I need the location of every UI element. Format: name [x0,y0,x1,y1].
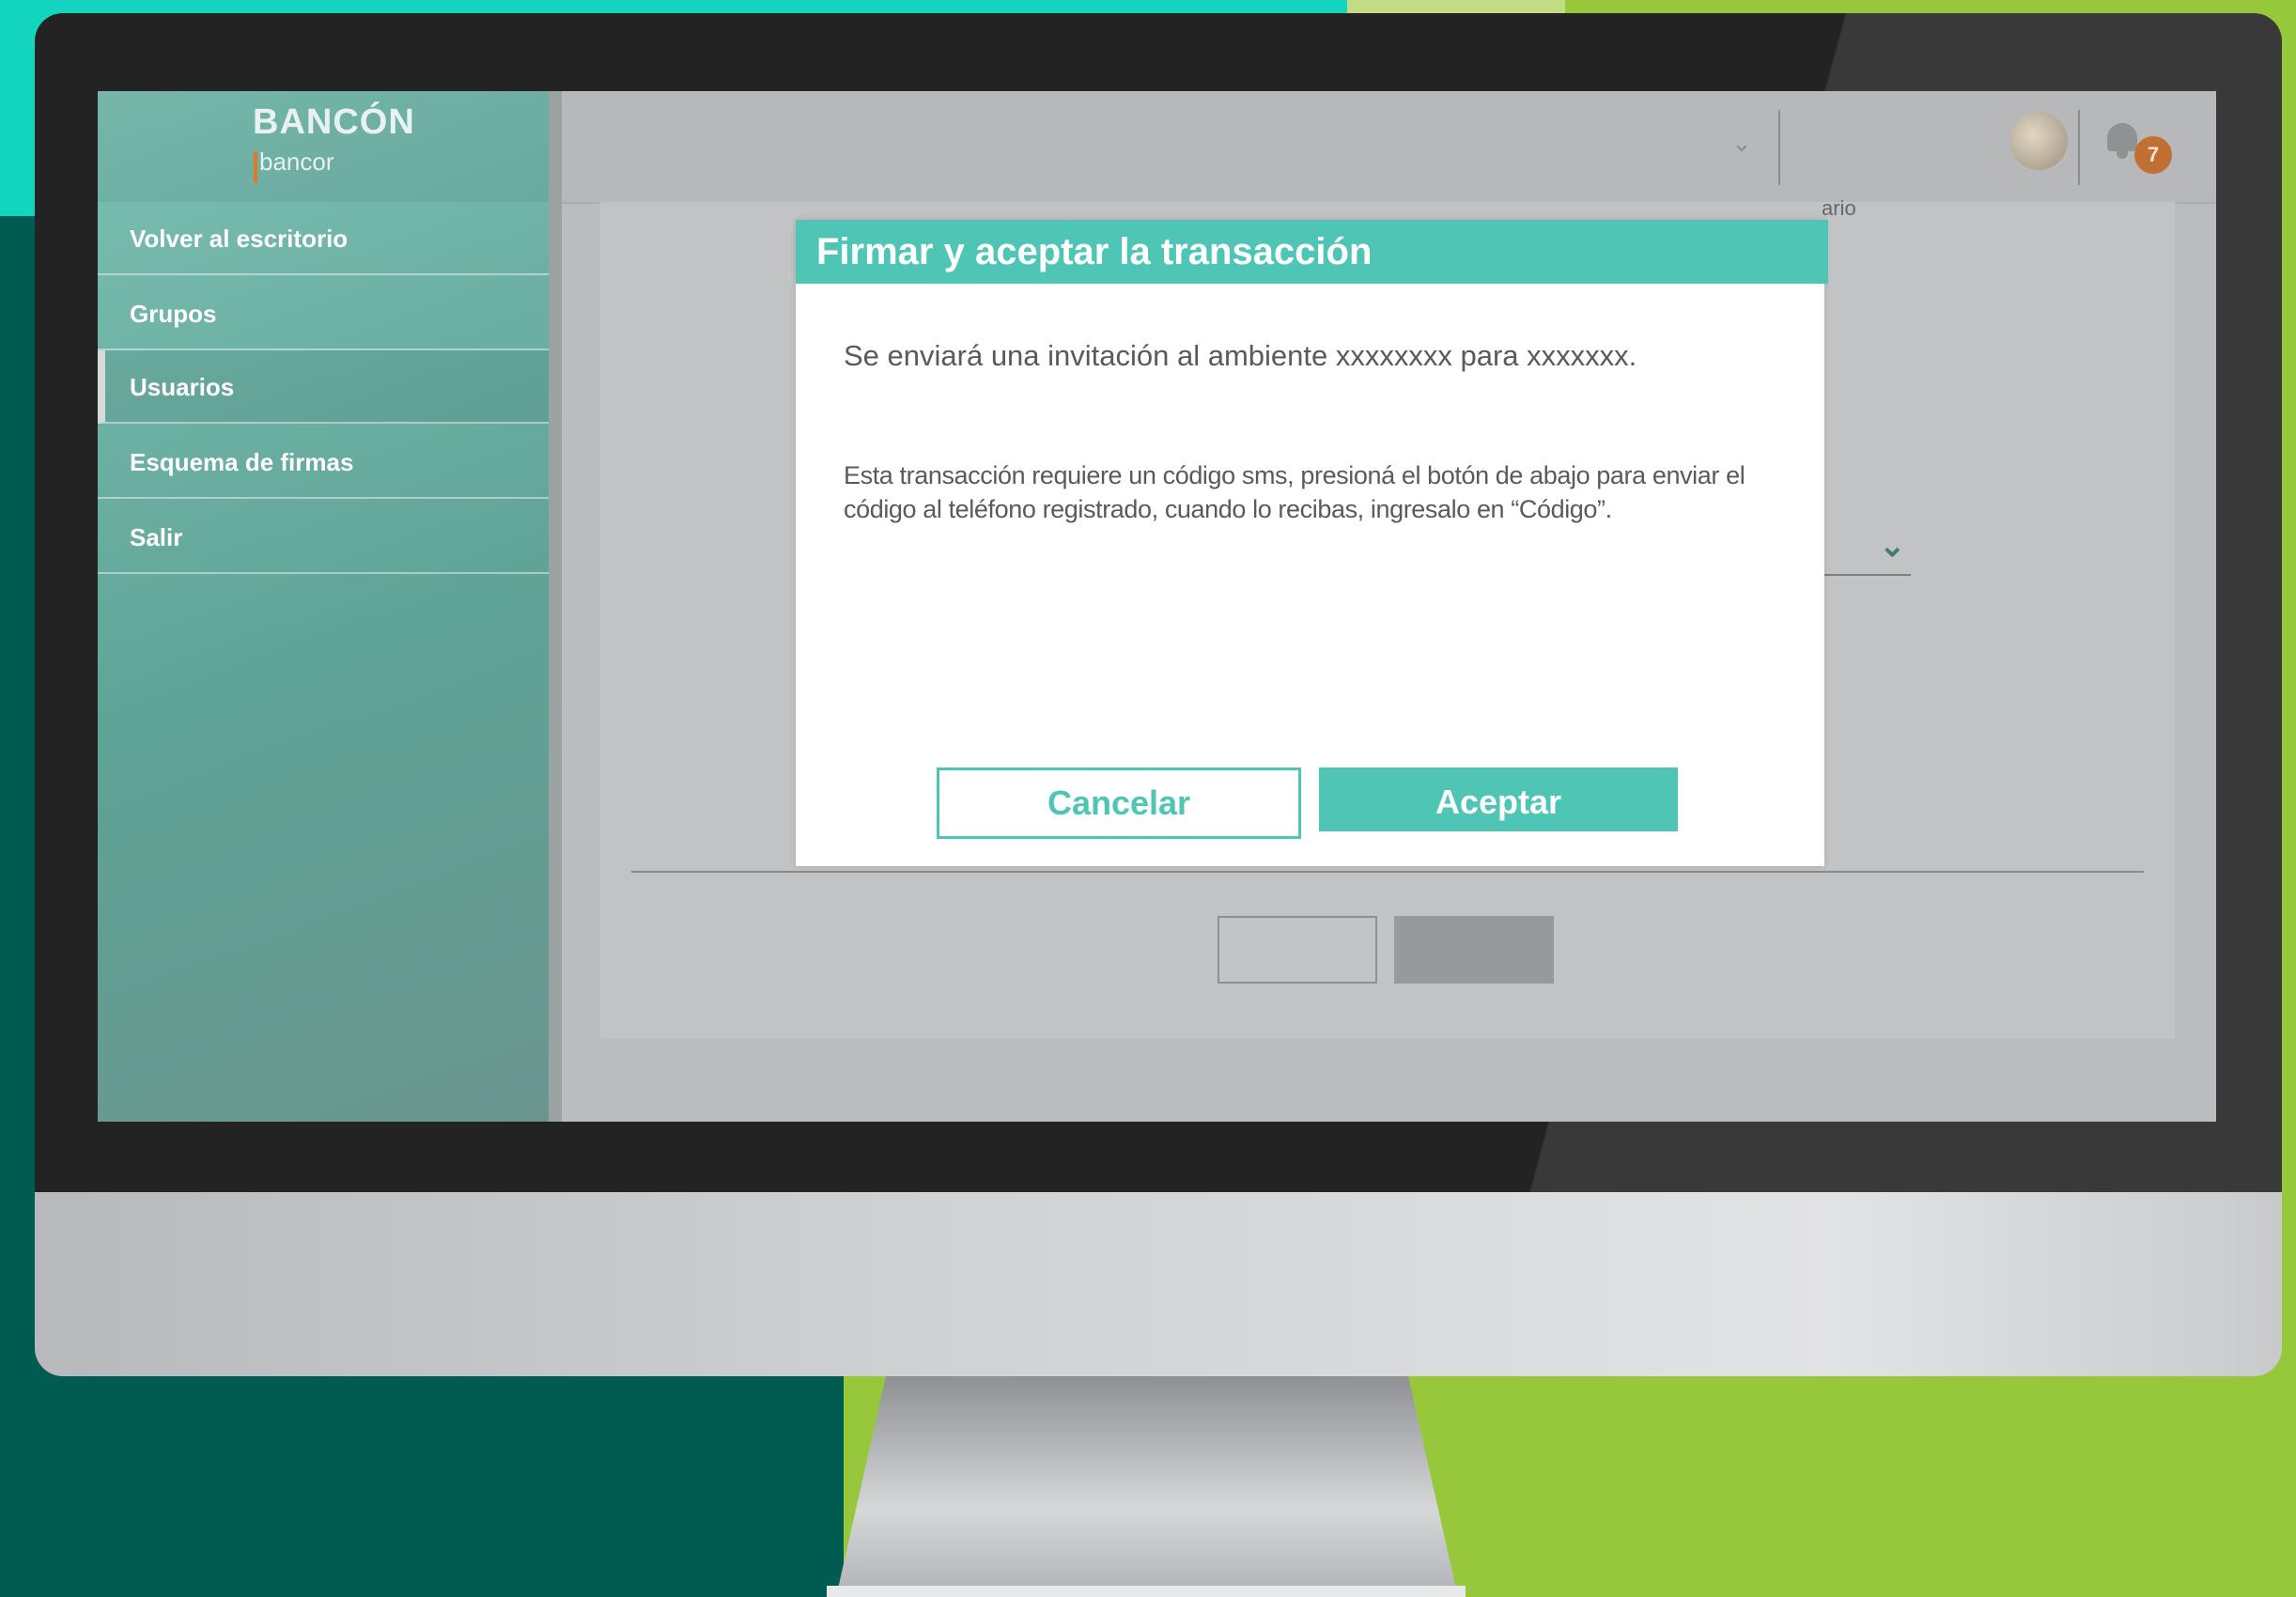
sms-notice: Esta transacción requiere un código sms,… [844,461,1745,523]
monitor-stand [836,1376,1458,1597]
sidebar-item-label: Grupos [130,300,217,328]
notification-badge[interactable]: 7 [2134,136,2172,174]
sign-transaction-modal: Firmar y aceptar la transacción Se envia… [796,220,1828,866]
sidebar-item-label: Salir [130,523,183,551]
sidebar-divider [549,91,562,1122]
logo-brand: BANCÓN [253,102,415,142]
sidebar-item-salir[interactable]: Salir [98,501,549,574]
sidebar-item-label: Volver al escritorio [130,225,349,253]
background-light-strip [1347,0,1565,13]
avatar[interactable] [2009,112,2068,170]
monitor-stand-base [827,1586,1466,1597]
sidebar-item-grupos[interactable]: Grupos [98,277,549,350]
divider [1778,110,1780,185]
modal-message: Se enviará una invitación al ambiente xx… [844,339,1637,372]
logo[interactable]: BANCÓN bancor [98,91,549,202]
sidebar-item-label: Usuarios [130,373,235,401]
logo-accent [254,151,257,183]
logo-sub: bancor [259,147,334,176]
sidebar-item-label: Esquema de firmas [130,448,354,476]
chevron-down-icon[interactable]: ⌄ [1731,129,1752,158]
monitor-chin [35,1192,2282,1376]
sidebar-item-esquema-firmas[interactable]: Esquema de firmas [98,426,549,499]
bell-icon-body [2107,123,2137,151]
app-screen: BANCÓN bancor Volver al escritorio Grupo… [98,91,2216,1122]
sidebar-item-usuarios[interactable]: Usuarios [98,350,549,424]
sidebar: BANCÓN bancor Volver al escritorio Grupo… [98,91,549,1122]
cancel-button[interactable]: Cancelar [937,767,1301,839]
bell-icon-clapper [2117,151,2128,159]
modal-title: Firmar y aceptar la transacción [796,220,1828,284]
accept-button[interactable]: Aceptar [1319,767,1678,831]
sidebar-item-volver-escritorio[interactable]: Volver al escritorio [98,202,549,275]
divider [2078,110,2080,185]
